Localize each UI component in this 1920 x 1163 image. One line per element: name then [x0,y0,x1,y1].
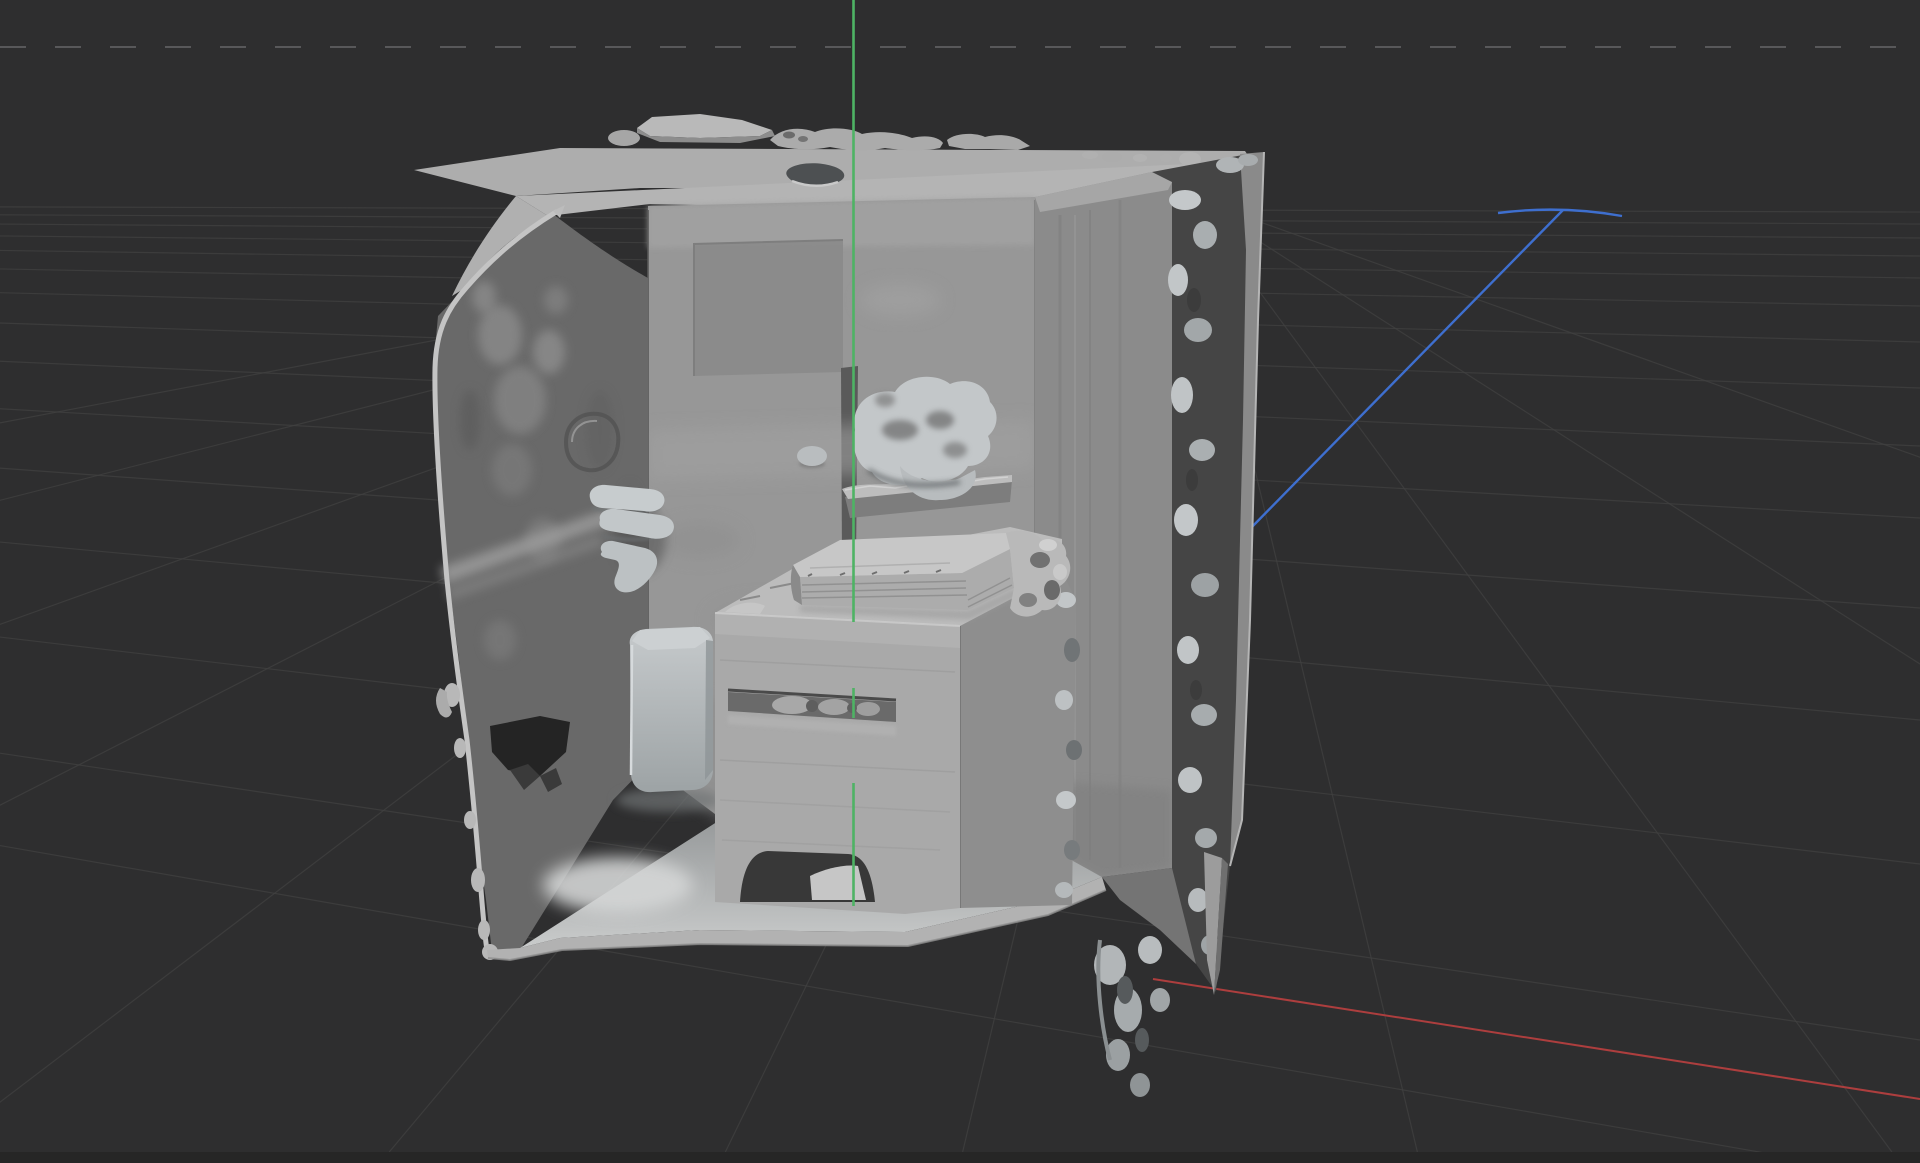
bottom-blob [1138,936,1162,964]
rim-drip [464,811,476,829]
crevice-blob [1184,318,1212,342]
mess-dark [1019,593,1037,607]
towel-shadow [926,411,954,429]
red-axis-line [1153,979,1920,1099]
viewport-canvas [0,0,1920,1163]
left-wall-mottle [533,330,565,374]
desk-right-side [960,572,1076,908]
left-wall-mottle [492,444,532,496]
debris-dot [1160,154,1172,162]
crevice-blob [1191,704,1217,726]
towel-shadow [943,442,967,458]
crevice-blob [1178,767,1202,793]
egg-blob [797,446,827,466]
desk-edge-noise [1064,840,1080,860]
bottom-blob-shadow [1135,1028,1149,1052]
floor-bright-patch [543,857,693,913]
debris-ridge [770,128,943,150]
wall-cabinet-right-shade [705,640,713,780]
crevice-blob [1195,828,1217,848]
towel-shadow [875,393,895,407]
grid-line [1203,205,1920,1152]
left-wall-dark-patch [586,390,614,470]
crevice-blob [1191,573,1219,597]
left-wall-mottle [494,366,546,434]
bottom-blob [1130,1073,1150,1097]
crevice-gap [1187,288,1201,312]
towel-shadow [882,420,918,440]
bottom-blob [1150,988,1170,1012]
desk-edge-noise [1055,882,1073,898]
cabinet-ground-shadow [616,788,720,812]
mess-dark [1044,580,1060,600]
desk-edge-noise [1055,690,1073,710]
crevice-blob [1188,888,1208,912]
groove-gap [806,700,818,712]
left-wall-mottle [478,305,522,365]
grid-line [1212,205,1920,1152]
crevice-blob [1171,377,1193,413]
desk-edge-noise [1066,740,1082,760]
mess-light [1053,564,1067,580]
debris-dot [1102,152,1122,162]
mess-light [1039,539,1057,551]
debris-dot [1082,151,1098,159]
bottom-blob-shadow [1117,976,1133,1004]
debris-right-lumps [947,134,1030,150]
rim-drip [471,868,485,892]
groove-gap [847,703,857,713]
back-wall-window [694,240,843,376]
corner-blob [1238,154,1258,166]
crevice-blob [1193,221,1217,249]
desk-edge-noise [1056,791,1076,809]
rim-drip [478,920,490,940]
blue-axis-line [1247,210,1563,532]
groove-lump [856,702,880,716]
viewport-bottom-edge [0,1152,1920,1163]
left-wall-mottle [472,281,496,313]
mess-dark [1030,552,1050,568]
room-scan-mesh[interactable] [414,114,1264,1097]
wall-cabinet-left-rim [631,645,632,775]
debris-dot [1133,154,1147,162]
debris-plate-top [637,114,772,138]
back-wall-mottle [860,284,940,316]
left-wall-mottle [544,286,568,314]
crevice-blob [1189,439,1215,461]
crevice-blob [1174,504,1198,536]
axis-lines-behind-mesh [1153,210,1920,1099]
wall-cabinet-body [630,627,713,792]
crevice-blob [1177,636,1199,664]
desk-edge-noise [1064,638,1080,662]
debris-pit [783,132,795,139]
rim-drip [454,738,466,758]
debris-bump [608,130,640,146]
left-wall-mottle [484,620,516,660]
crevice-blob [1169,190,1201,210]
debris-pit [798,136,808,142]
groove-lump [772,696,812,714]
crevice-blob [1168,264,1188,296]
grid-line [1196,205,1892,1152]
left-wall-dark-patch [460,390,480,450]
crevice-gap [1186,469,1198,491]
3d-viewport[interactable] [0,0,1920,1163]
groove-lump [818,699,850,715]
crevice-gap [1190,680,1202,700]
